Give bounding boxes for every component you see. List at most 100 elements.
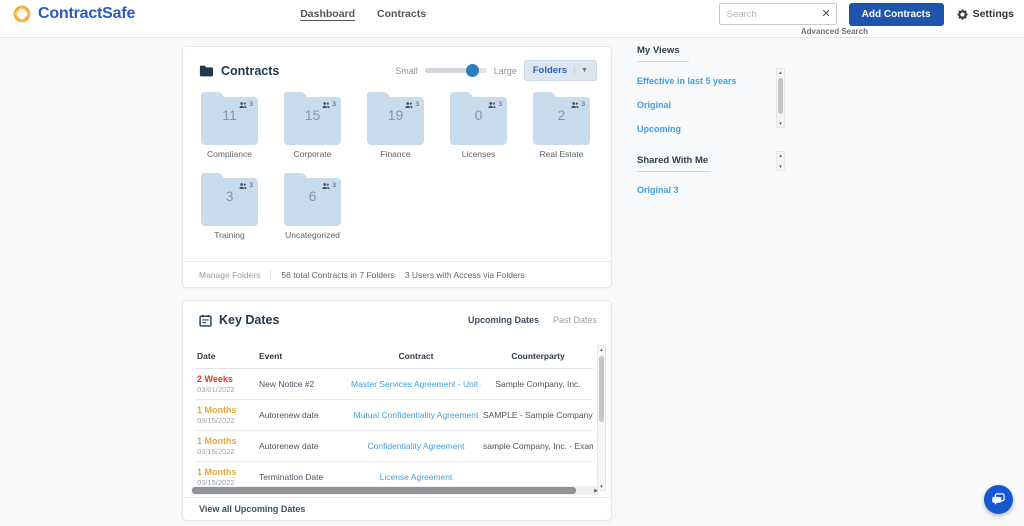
- folder-count: 15: [284, 107, 341, 123]
- nav-contracts[interactable]: Contracts: [377, 8, 426, 20]
- scroll-down-arrow[interactable]: ▼: [777, 120, 784, 127]
- contract-link[interactable]: Confidentiality Agreement: [368, 441, 465, 451]
- my-views-heading: My Views: [637, 45, 787, 56]
- col-header-contract: Contract: [349, 345, 481, 369]
- scroll-down-arrow[interactable]: ▼: [598, 483, 605, 490]
- folders-dropdown-button[interactable]: Folders ▼: [524, 60, 597, 81]
- calendar-icon: [199, 314, 212, 327]
- view-all-upcoming-dates-link[interactable]: View all Upcoming Dates: [199, 504, 305, 514]
- due-date: 03/01/2022: [197, 385, 257, 394]
- advanced-search-link[interactable]: Advanced Search: [801, 27, 868, 36]
- manage-folders-link[interactable]: Manage Folders: [199, 270, 260, 280]
- folder-tile-licenses[interactable]: 3 0 Licenses: [450, 91, 507, 159]
- scroll-down-arrow[interactable]: ▼: [777, 163, 784, 170]
- table-row: 1 Months03/15/2022 Autorenew date Confid…: [195, 431, 593, 462]
- folder-name: Corporate: [284, 149, 341, 159]
- scrollbar-thumb[interactable]: [192, 487, 576, 494]
- tab-past-dates[interactable]: Past Dates: [553, 315, 597, 325]
- search-input[interactable]: [719, 3, 837, 25]
- nav-dashboard[interactable]: Dashboard: [300, 8, 355, 20]
- folder-name: Compliance: [201, 149, 258, 159]
- folder-name: Licenses: [450, 149, 507, 159]
- my-views-list: Effective in last 5 years Original Upcom…: [637, 76, 787, 134]
- my-views-scrollbar[interactable]: ▲ ▼: [776, 68, 785, 128]
- view-link-effective-last-5-years[interactable]: Effective in last 5 years: [637, 76, 787, 86]
- event-cell: New Notice #2: [257, 369, 349, 400]
- top-navigation-bar: ContractSafe Dashboard Contracts ✕ Add C…: [0, 0, 1024, 38]
- folder-count: 11: [201, 107, 258, 123]
- folder-tile-uncategorized[interactable]: 3 6 Uncategorized: [284, 172, 341, 240]
- tab-upcoming-dates[interactable]: Upcoming Dates: [468, 315, 539, 325]
- main-nav: Dashboard Contracts: [300, 8, 426, 20]
- chevron-down-icon: ▼: [574, 67, 588, 74]
- scroll-up-arrow[interactable]: ▲: [777, 69, 784, 76]
- size-large-label: Large: [494, 66, 517, 76]
- due-badge: 1 Months: [197, 467, 257, 477]
- slider-handle[interactable]: [466, 64, 479, 77]
- folder-count: 0: [450, 107, 507, 123]
- view-link-upcoming[interactable]: Upcoming: [637, 124, 787, 134]
- folder-users-text: 3 Users with Access via Folders: [405, 270, 525, 280]
- table-row: 2 Weeks03/01/2022 New Notice #2 Master S…: [195, 369, 593, 400]
- settings-label: Settings: [973, 8, 1014, 20]
- scroll-up-arrow[interactable]: ▲: [777, 152, 784, 159]
- contract-link[interactable]: Mutual Confidentiality Agreement: [354, 410, 479, 420]
- folder-name: Uncategorized: [284, 230, 341, 240]
- table-vertical-scrollbar[interactable]: ▲ ▼: [597, 345, 606, 491]
- divider: [270, 270, 271, 280]
- counterparty-cell: Sample Company, Inc.: [481, 369, 593, 400]
- brand-name: ContractSafe: [38, 5, 135, 23]
- folder-name: Training: [201, 230, 258, 240]
- event-cell: Autorenew date: [257, 400, 349, 431]
- counterparty-cell: SAMPLE - Sample Company, Inc.: [481, 400, 593, 431]
- contract-link[interactable]: Master Services Agreement - Unit #1: [351, 379, 481, 389]
- due-date: 03/15/2022: [197, 416, 257, 425]
- col-header-counterparty: Counterparty: [481, 345, 593, 369]
- gear-icon: [956, 8, 969, 21]
- key-dates-table: Date Event Contract Counterparty 2 Weeks…: [195, 345, 593, 491]
- settings-button[interactable]: Settings: [956, 8, 1014, 21]
- due-badge: 2 Weeks: [197, 374, 257, 384]
- folder-tile-finance[interactable]: 3 19 Finance: [367, 91, 424, 159]
- shared-views-scrollbar[interactable]: ▲ ▼: [776, 151, 785, 171]
- contracts-card-title: Contracts: [221, 64, 279, 78]
- search-box: ✕: [719, 3, 837, 25]
- folder-size-slider[interactable]: [425, 68, 487, 73]
- folder-tile-training[interactable]: 3 3 Training: [201, 172, 258, 240]
- shared-with-me-heading: Shared With Me: [637, 155, 787, 166]
- scrollbar-thumb[interactable]: [599, 356, 604, 422]
- folder-grid: 3 11 Compliance 3 15 Corporate 3: [183, 81, 595, 240]
- table-row: 1 Months03/15/2022 Autorenew date Mutual…: [195, 400, 593, 431]
- key-dates-card: Key Dates Upcoming Dates Past Dates Date…: [182, 300, 612, 521]
- due-badge: 1 Months: [197, 436, 257, 446]
- divider: [637, 171, 711, 172]
- col-header-date: Date: [195, 345, 257, 369]
- divider: [637, 61, 689, 62]
- total-contracts-text: 56 total Contracts in 7 Folders: [281, 270, 394, 280]
- folder-tile-corporate[interactable]: 3 15 Corporate: [284, 91, 341, 159]
- view-link-original-3[interactable]: Original 3: [637, 185, 787, 195]
- scroll-up-arrow[interactable]: ▲: [598, 346, 605, 353]
- contracts-card-footer: Manage Folders 56 total Contracts in 7 F…: [183, 261, 611, 287]
- views-sidebar: My Views Effective in last 5 years Origi…: [637, 45, 787, 195]
- scrollbar-thumb[interactable]: [778, 78, 783, 114]
- key-dates-title: Key Dates: [219, 313, 279, 327]
- contracts-card: Contracts Small Large Folders ▼ 3 11: [182, 46, 612, 288]
- add-contracts-button[interactable]: Add Contracts: [849, 3, 944, 26]
- contract-link[interactable]: License Agreement: [380, 472, 453, 482]
- table-horizontal-scrollbar[interactable]: ▶: [191, 486, 599, 495]
- scroll-right-arrow[interactable]: ▶: [594, 487, 598, 495]
- view-link-original[interactable]: Original: [637, 100, 787, 110]
- key-dates-footer: View all Upcoming Dates: [183, 497, 611, 520]
- brand-logo[interactable]: ContractSafe: [12, 4, 135, 24]
- folder-tile-real-estate[interactable]: 3 2 Real Estate: [533, 91, 590, 159]
- folder-count: 19: [367, 107, 424, 123]
- search-clear-icon[interactable]: ✕: [821, 7, 830, 21]
- chat-widget-button[interactable]: [984, 485, 1013, 514]
- event-cell: Autorenew date: [257, 431, 349, 462]
- folders-dropdown-label: Folders: [533, 65, 567, 76]
- folder-tile-compliance[interactable]: 3 11 Compliance: [201, 91, 258, 159]
- size-small-label: Small: [395, 66, 418, 76]
- due-badge: 1 Months: [197, 405, 257, 415]
- folder-name: Real Estate: [533, 149, 590, 159]
